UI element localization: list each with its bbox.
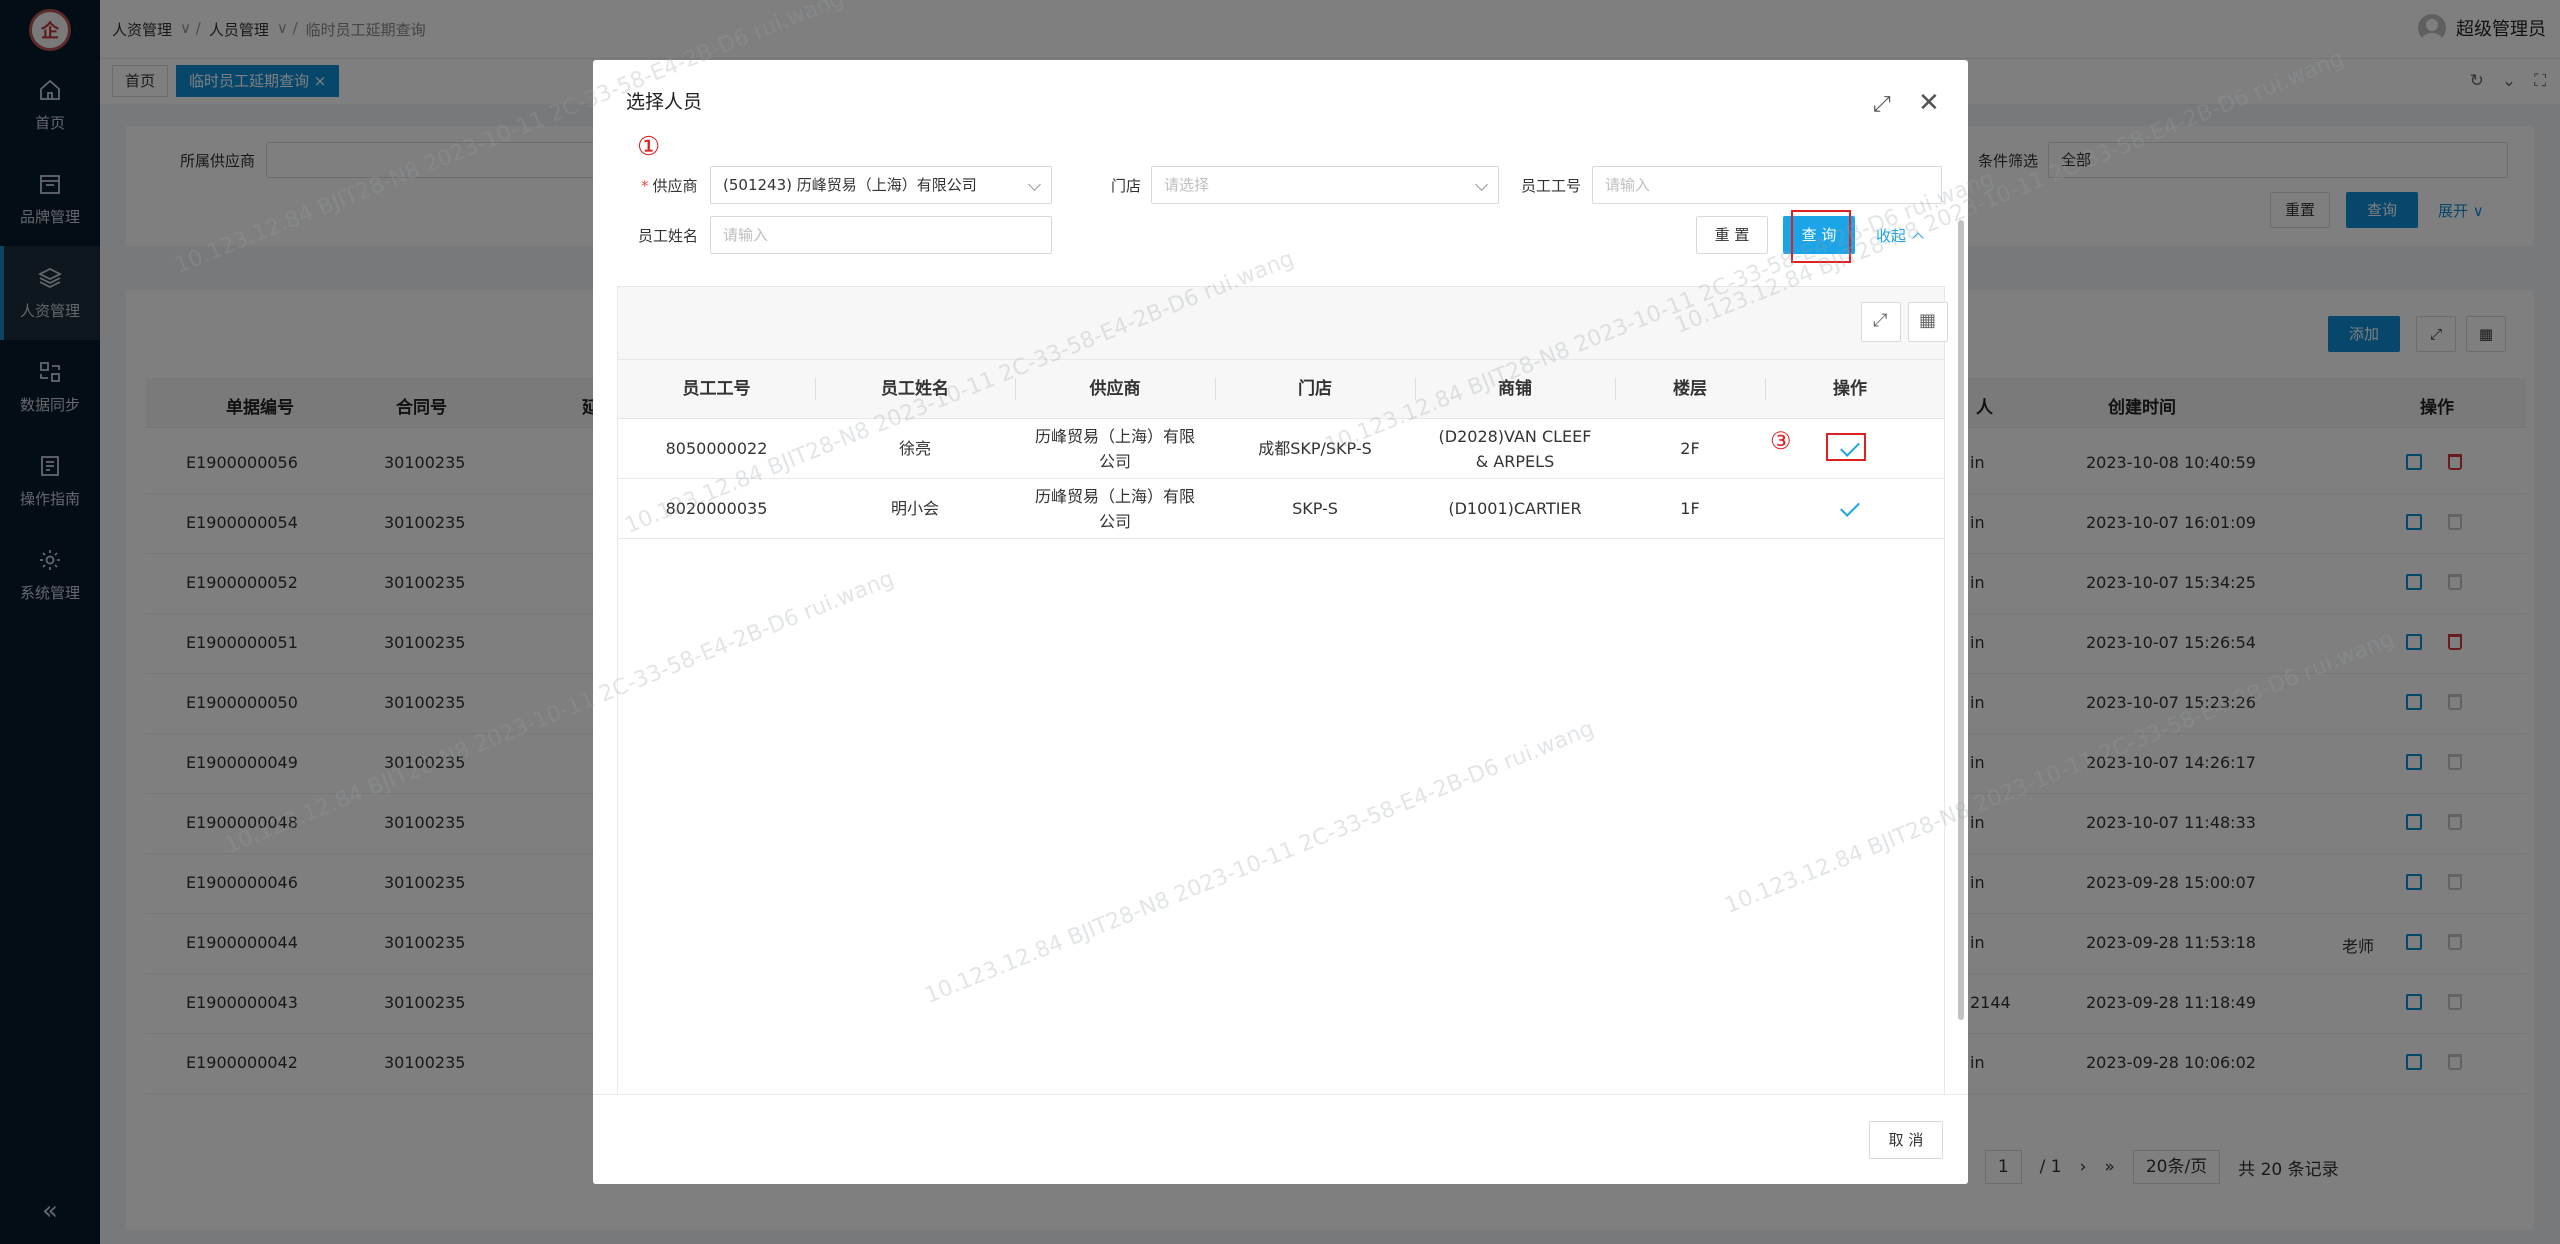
column-header: 楼层	[1673, 379, 1707, 399]
close-icon[interactable]: ✕	[1918, 88, 1940, 118]
employee-no-input[interactable]: 请输入	[1592, 166, 1942, 204]
table-header: 员工工号 员工姓名 供应商 门店 商铺 楼层 操作	[618, 359, 1944, 419]
check-icon	[1840, 496, 1860, 517]
column-header: 操作	[1833, 379, 1867, 399]
supplier-select[interactable]: (501243) 历峰贸易（上海）有限公司	[710, 166, 1052, 204]
fullscreen-icon[interactable]: ⤢	[1861, 302, 1901, 342]
table-row[interactable]: 8020000035 明小会 历峰贸易（上海）有限公司 SKP-S (D1001…	[618, 479, 1944, 539]
chevron-down-icon	[1028, 178, 1041, 191]
highlight-select	[1826, 433, 1866, 461]
person-table: ⤢ ▦ 员工工号 员工姓名 供应商 门店 商铺 楼层 操作 8050000022…	[617, 286, 1948, 1124]
scrollbar[interactable]	[1958, 220, 1964, 1020]
employee-name-input[interactable]: 请输入	[710, 216, 1052, 254]
store-label: 门店	[1111, 177, 1142, 195]
supplier-label: * 供应商	[641, 177, 698, 195]
select-button[interactable]	[1765, 479, 1935, 538]
chevron-down-icon	[1475, 178, 1488, 191]
employee-no-label: 员工工号	[1521, 177, 1582, 195]
employee-name-label: 员工姓名	[638, 227, 699, 245]
reset-button[interactable]: 重 置	[1696, 216, 1768, 254]
maximize-icon[interactable]: ⤢	[1873, 92, 1891, 117]
column-settings-icon[interactable]: ▦	[1908, 302, 1948, 342]
annotation-3: ③	[1770, 427, 1792, 455]
store-select[interactable]: 请选择	[1151, 166, 1499, 204]
cancel-button[interactable]: 取 消	[1869, 1121, 1943, 1159]
column-header: 员工工号	[682, 379, 751, 399]
modal-footer: 取 消	[593, 1094, 1968, 1184]
annotation-1: ①	[637, 132, 661, 162]
